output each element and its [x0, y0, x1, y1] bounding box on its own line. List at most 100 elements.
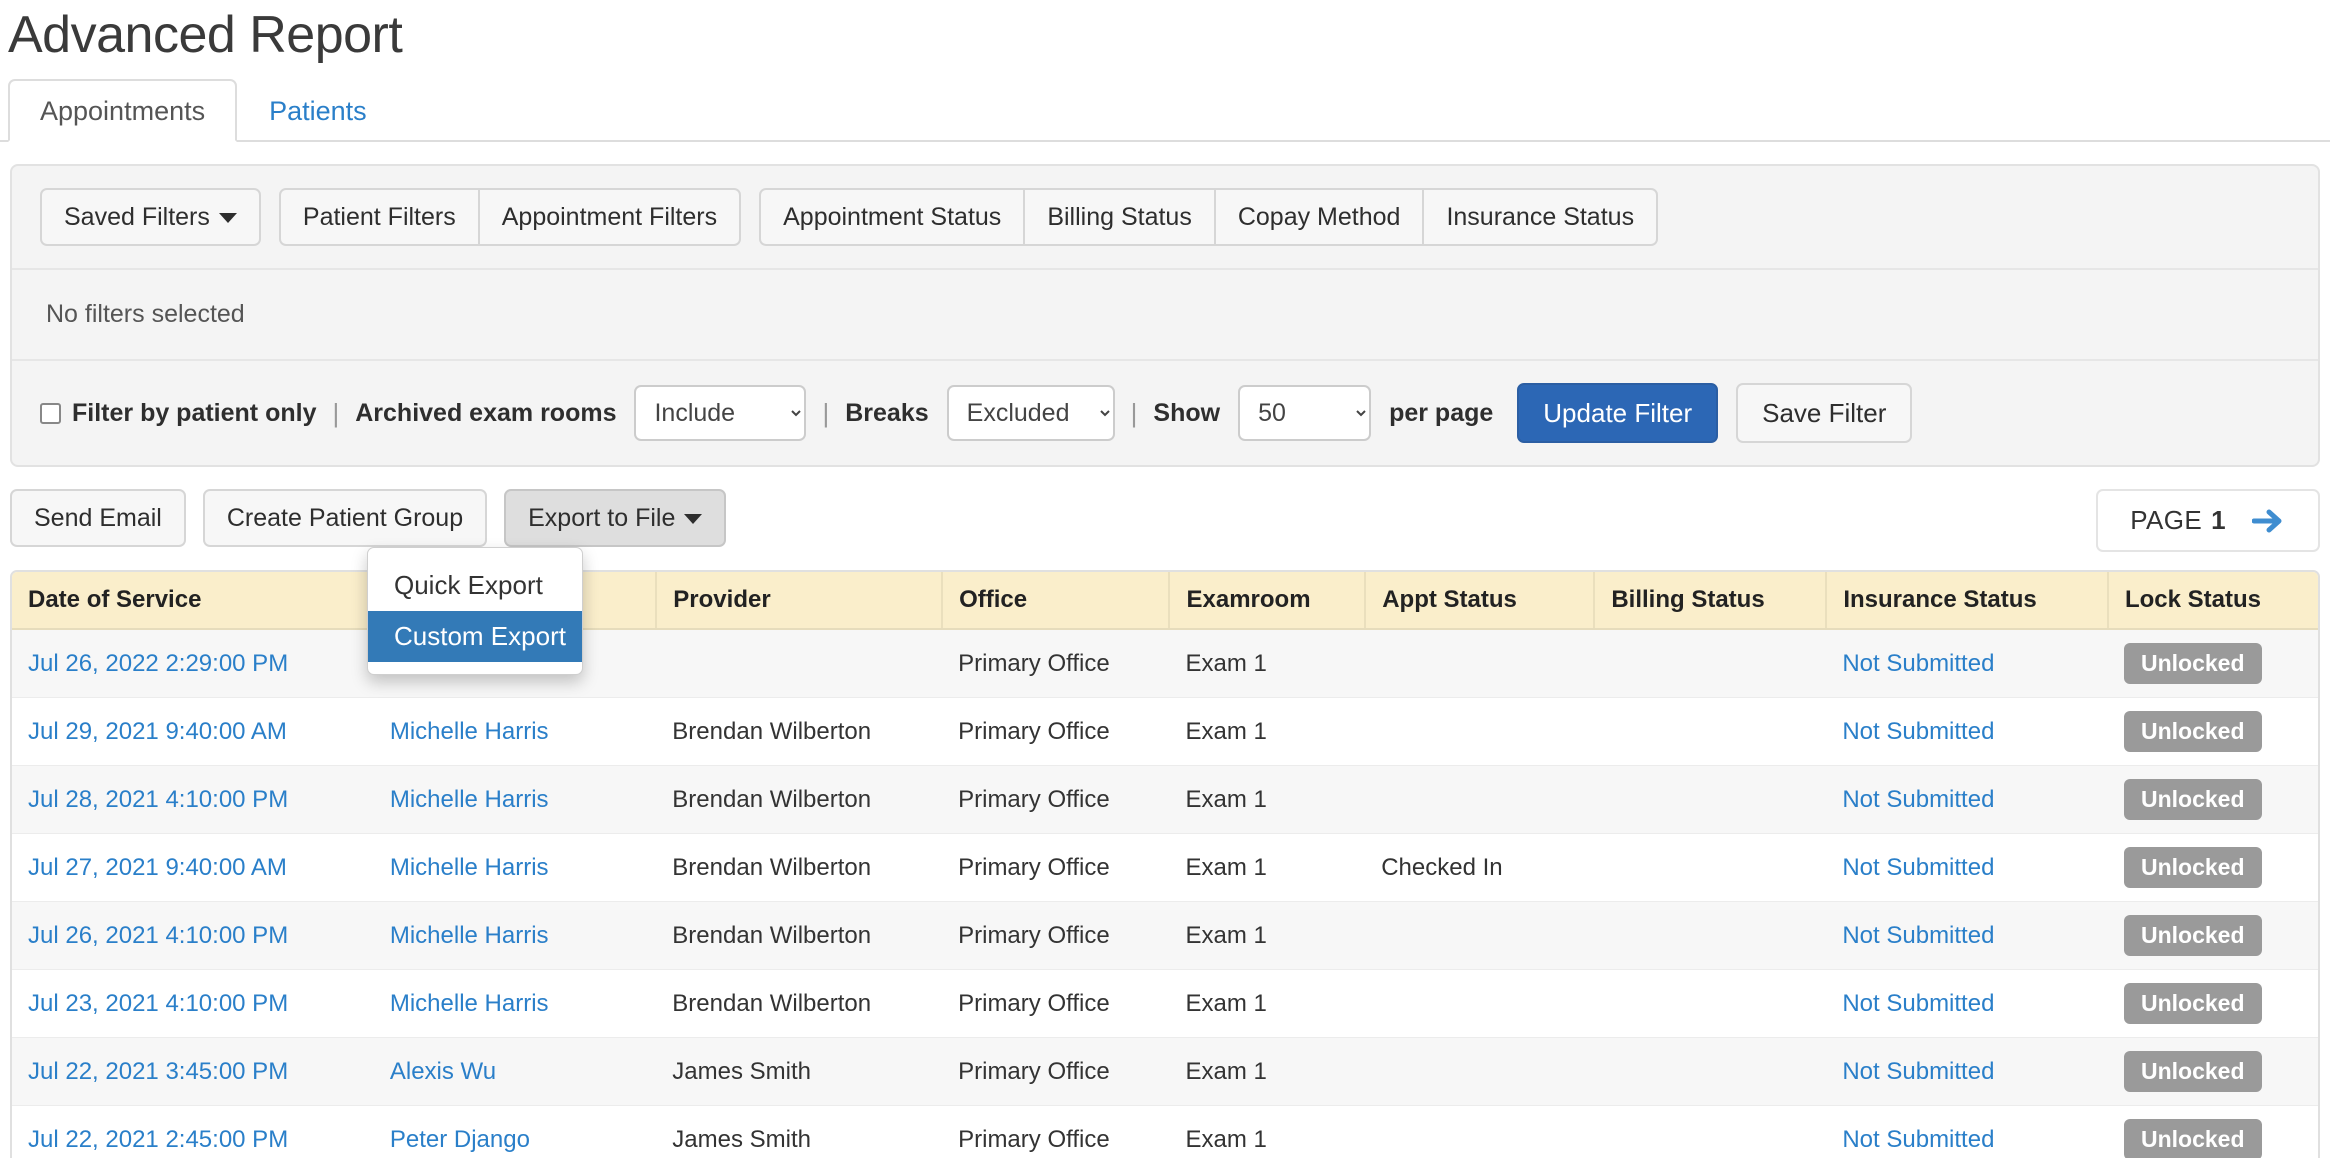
saved-filters-button[interactable]: Saved Filters [40, 188, 261, 246]
column-header-examroom[interactable]: Examroom [1169, 572, 1367, 630]
cell-patient: Michelle Harris [373, 901, 657, 970]
cell-date-of-service-link[interactable]: Jul 23, 2021 4:10:00 PM [28, 990, 288, 1017]
cell-date-of-service-link[interactable]: Jul 28, 2021 4:10:00 PM [28, 786, 288, 813]
cell-lock-status: Unlocked [2107, 901, 2318, 970]
cell-date-of-service: Jul 23, 2021 4:10:00 PM [12, 969, 374, 1038]
appointment-status-button[interactable]: Appointment Status [759, 188, 1026, 246]
cell-patient-link[interactable]: Michelle Harris [390, 922, 549, 949]
copay-method-label: Copay Method [1237, 203, 1401, 231]
column-header-provider[interactable]: Provider [656, 572, 944, 630]
cell-billing-status [1594, 833, 1827, 902]
cell-insurance-status-link[interactable]: Not Submitted [1842, 854, 1994, 881]
lock-status-badge[interactable]: Unlocked [2123, 847, 2262, 888]
cell-lock-status: Unlocked [2107, 1105, 2318, 1158]
appointment-status-label: Appointment Status [783, 203, 1002, 231]
archived-exam-rooms-select[interactable]: Include [634, 385, 807, 441]
insurance-status-button[interactable]: Insurance Status [1422, 188, 1659, 246]
cell-insurance-status: Not Submitted [1826, 901, 2108, 970]
cell-provider: Brendan Wilberton [656, 969, 943, 1038]
appointment-filters-button[interactable]: Appointment Filters [477, 188, 742, 246]
cell-date-of-service: Jul 22, 2021 3:45:00 PM [12, 1037, 374, 1106]
appointment-filters-label: Appointment Filters [501, 203, 718, 231]
cell-appt-status [1365, 765, 1595, 834]
filter-buttons-row: Saved Filters Patient Filters Appointmen… [12, 166, 2318, 270]
column-header-lock-status[interactable]: Lock Status [2107, 572, 2318, 630]
advanced-report-page: Advanced Report Appointments Patients Sa… [0, 0, 2330, 1158]
export-to-file-button[interactable]: Export to File [504, 489, 727, 547]
lock-status-badge[interactable]: Unlocked [2123, 711, 2262, 752]
table-head: Date of Service Patient Provider Office … [12, 572, 2318, 630]
pagination: PAGE 1 [2096, 489, 2320, 552]
cell-office: Primary Office [942, 969, 1170, 1038]
patient-filters-label: Patient Filters [302, 203, 456, 231]
status-button-group: Appointment Status Billing Status Copay … [759, 188, 1659, 246]
cell-date-of-service: Jul 27, 2021 9:40:00 AM [12, 833, 374, 902]
filter-type-button-group: Patient Filters Appointment Filters [278, 188, 742, 246]
arrow-right-icon[interactable] [2252, 508, 2286, 534]
lock-status-badge[interactable]: Unlocked [2123, 1051, 2262, 1092]
breaks-select[interactable]: Excluded [946, 385, 1115, 441]
save-filter-button[interactable]: Save Filter [1736, 383, 1913, 443]
table-row: Jul 26, 2021 4:10:00 PM Michelle Harris Br… [12, 901, 2318, 970]
cell-insurance-status-link[interactable]: Not Submitted [1842, 786, 1994, 813]
cell-appt-status [1365, 629, 1595, 698]
cell-date-of-service-link[interactable]: Jul 27, 2021 9:40:00 AM [28, 854, 287, 881]
cell-provider: James Smith [656, 1105, 943, 1158]
cell-patient: Michelle Harris [373, 969, 657, 1038]
cell-patient-link[interactable]: Michelle Harris [390, 990, 549, 1017]
cell-patient-link[interactable]: Peter Django [390, 1126, 530, 1153]
cell-insurance-status-link[interactable]: Not Submitted [1842, 922, 1994, 949]
column-header-office[interactable]: Office [942, 572, 1171, 630]
menu-item-custom-export[interactable]: Custom Export [368, 611, 582, 662]
cell-provider: Brendan Wilberton [656, 901, 943, 970]
cell-insurance-status-link[interactable]: Not Submitted [1842, 990, 1994, 1017]
cell-insurance-status-link[interactable]: Not Submitted [1842, 650, 1994, 677]
cell-patient-link[interactable]: Michelle Harris [390, 718, 549, 745]
chevron-down-icon [218, 213, 237, 224]
chevron-down-icon [684, 514, 703, 525]
cell-date-of-service: Jul 26, 2021 4:10:00 PM [12, 901, 374, 970]
cell-patient-link[interactable]: Michelle Harris [390, 854, 549, 881]
column-header-billing-status[interactable]: Billing Status [1594, 572, 1828, 630]
lock-status-badge[interactable]: Unlocked [2123, 983, 2262, 1024]
update-filter-label: Update Filter [1543, 398, 1693, 428]
copay-method-button[interactable]: Copay Method [1213, 188, 1425, 246]
lock-status-badge[interactable]: Unlocked [2123, 643, 2262, 684]
column-header-insurance-status[interactable]: Insurance Status [1826, 572, 2109, 630]
cell-date-of-service-link[interactable]: Jul 26, 2021 4:10:00 PM [28, 922, 288, 949]
cell-billing-status [1594, 901, 1827, 970]
patient-filters-button[interactable]: Patient Filters [278, 188, 480, 246]
cell-appt-status [1365, 969, 1595, 1038]
lock-status-badge[interactable]: Unlocked [2123, 779, 2262, 820]
cell-date-of-service-link[interactable]: Jul 22, 2021 2:45:00 PM [28, 1126, 288, 1153]
per-page-label: per page [1389, 398, 1494, 427]
tab-patients[interactable]: Patients [237, 79, 399, 142]
cell-patient-link[interactable]: Alexis Wu [390, 1058, 496, 1085]
page-indicator[interactable]: PAGE 1 [2096, 489, 2320, 552]
create-patient-group-button[interactable]: Create Patient Group [202, 489, 488, 547]
lock-status-badge[interactable]: Unlocked [2123, 915, 2262, 956]
billing-status-button[interactable]: Billing Status [1023, 188, 1216, 246]
divider-3: | [1130, 397, 1138, 428]
cell-examroom: Exam 1 [1169, 1105, 1366, 1158]
tab-appointments[interactable]: Appointments [8, 79, 238, 142]
cell-date-of-service-link[interactable]: Jul 22, 2021 3:45:00 PM [28, 1058, 288, 1085]
send-email-button[interactable]: Send Email [10, 489, 186, 547]
update-filter-button[interactable]: Update Filter [1517, 383, 1719, 443]
cell-insurance-status: Not Submitted [1826, 1105, 2108, 1158]
column-header-appt-status[interactable]: Appt Status [1365, 572, 1596, 630]
cell-insurance-status-link[interactable]: Not Submitted [1842, 1126, 1994, 1153]
column-header-date-of-service[interactable]: Date of Service [12, 572, 375, 630]
cell-insurance-status-link[interactable]: Not Submitted [1842, 718, 1994, 745]
cell-date-of-service-link[interactable]: Jul 29, 2021 9:40:00 AM [28, 718, 287, 745]
cell-date-of-service-link[interactable]: Jul 26, 2022 2:29:00 PM [28, 650, 288, 677]
filter-by-patient-checkbox[interactable] [40, 402, 61, 424]
lock-status-badge[interactable]: Unlocked [2123, 1119, 2262, 1158]
page-number: 1 [2211, 505, 2226, 535]
cell-patient-link[interactable]: Michelle Harris [390, 786, 549, 813]
cell-provider [656, 629, 943, 698]
show-per-page-select[interactable]: 50 [1238, 385, 1372, 441]
menu-item-quick-export[interactable]: Quick Export [368, 560, 582, 611]
cell-insurance-status-link[interactable]: Not Submitted [1842, 1058, 1994, 1085]
cell-date-of-service: Jul 22, 2021 2:45:00 PM [12, 1105, 374, 1158]
